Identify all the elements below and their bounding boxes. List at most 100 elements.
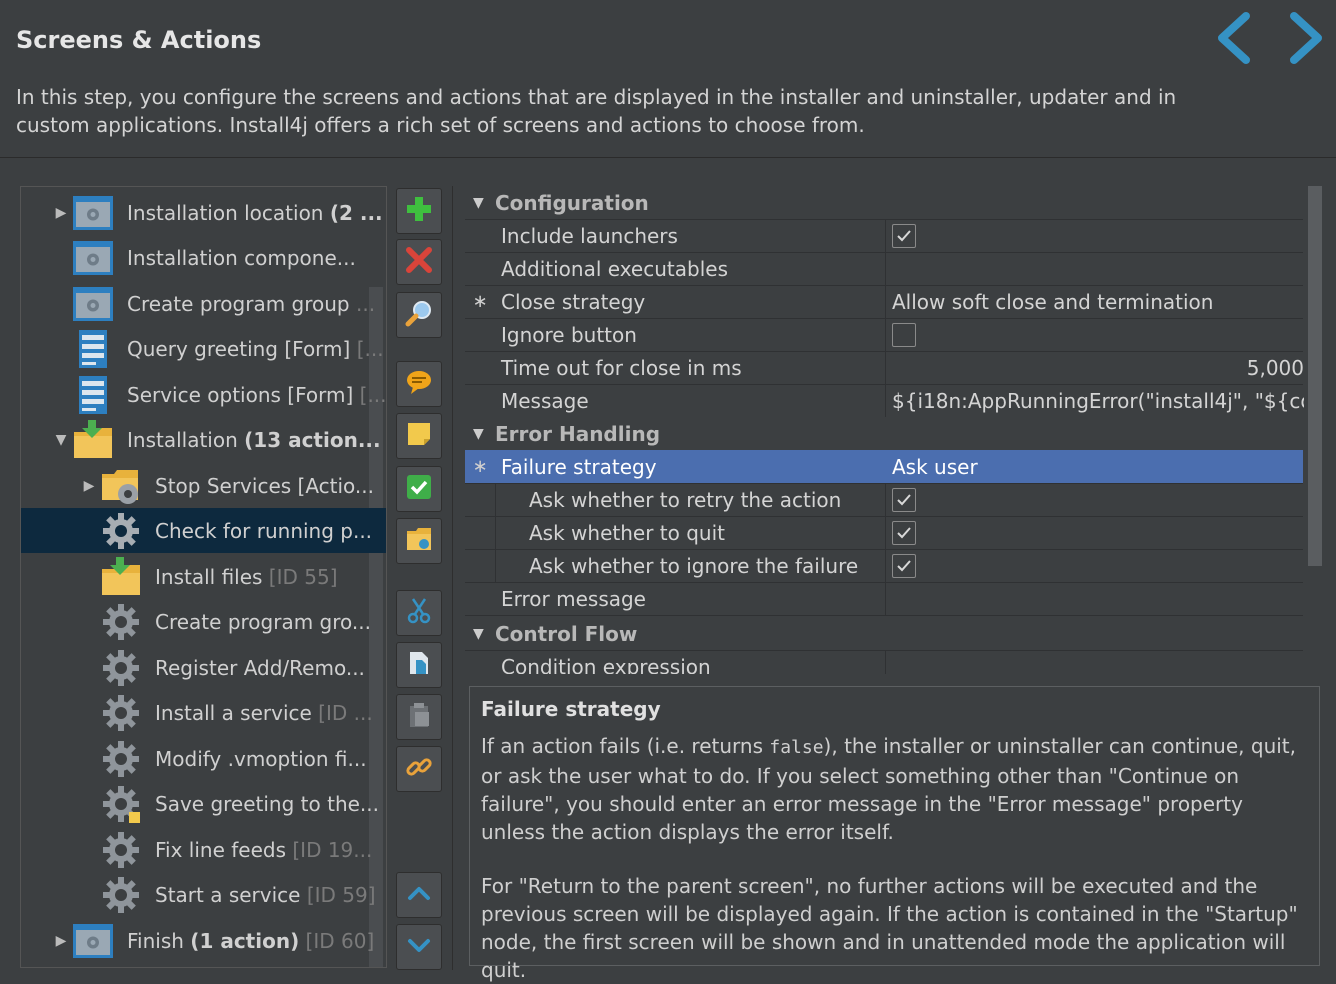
- screens-actions-tree[interactable]: ▶ Installation location (2 ... Installat…: [20, 186, 387, 968]
- prop-ask-ignore[interactable]: Ask whether to ignore the failure: [465, 549, 1303, 583]
- tree-item-count: (2 ...: [329, 200, 383, 225]
- required-marker: ∗: [472, 456, 488, 477]
- tree-item-label: Create program gro...: [155, 609, 371, 634]
- tree-item-label: Install a service: [155, 700, 312, 725]
- tree-item-register-add-remove[interactable]: Register Add/Remo...: [21, 645, 386, 690]
- ignore-button-checkbox[interactable]: [892, 322, 916, 347]
- tree-item-label: Modify .vmoption fi...: [155, 746, 367, 771]
- tree-item-count: (1 action): [190, 928, 300, 953]
- add-button[interactable]: [396, 188, 442, 234]
- gear-icon: [99, 602, 143, 642]
- tree-item-stop-services[interactable]: ▶ Stop Services [Actio...: [21, 463, 386, 508]
- section-configuration[interactable]: ▼ Configuration: [465, 186, 1303, 220]
- install-folder-icon: [71, 419, 115, 460]
- prop-close-strategy[interactable]: ∗ Close strategy Allow soft close and te…: [465, 285, 1303, 319]
- help-panel: Failure strategy If an action fails (i.e…: [469, 686, 1320, 982]
- prop-include-launchers[interactable]: Include launchers: [465, 219, 1303, 253]
- gear-note-icon: [99, 784, 143, 824]
- delete-button[interactable]: [396, 239, 442, 285]
- tree-item-fix-line-feeds[interactable]: Fix line feeds [ID 19...: [21, 827, 386, 872]
- tree-item-create-program-group[interactable]: Create program group ...: [21, 281, 386, 326]
- property-scrollbar[interactable]: [1308, 186, 1322, 566]
- prop-additional-executables[interactable]: Additional executables: [465, 252, 1303, 286]
- tree-item-service-options[interactable]: Service options [Form] [...: [21, 372, 386, 417]
- collapse-icon[interactable]: ▼: [473, 195, 484, 211]
- tree-item-start-a-service[interactable]: Start a service [ID 59]: [21, 872, 386, 917]
- paste-button[interactable]: [396, 694, 442, 740]
- note-button[interactable]: [396, 413, 442, 459]
- failure-strategy-value[interactable]: Ask user: [885, 450, 1304, 483]
- include-launchers-checkbox[interactable]: [892, 223, 916, 248]
- move-down-button[interactable]: [396, 924, 442, 970]
- screen-icon: [71, 284, 115, 324]
- prop-condition-expression[interactable]: Condition expression: [465, 650, 1303, 674]
- ask-quit-checkbox[interactable]: [892, 520, 916, 545]
- paste-icon: [405, 701, 433, 733]
- timeout-value[interactable]: 5,000: [885, 351, 1305, 384]
- tree-item-install-a-service[interactable]: Install a service [ID ...: [21, 690, 386, 735]
- message-value[interactable]: ${i18n:AppRunningError("install4j", "${c…: [885, 384, 1304, 417]
- tree-item-save-greeting[interactable]: Save greeting to the...: [21, 781, 386, 826]
- link-button[interactable]: [396, 746, 442, 792]
- folder-action-icon: [405, 525, 433, 557]
- expand-icon[interactable]: ▶: [51, 205, 71, 221]
- tree-item-label: Finish: [127, 928, 184, 953]
- section-control-flow[interactable]: ▼ Control Flow: [465, 617, 1303, 651]
- tree-item-create-program-group-action[interactable]: Create program gro...: [21, 599, 386, 644]
- gear-icon: [99, 648, 143, 688]
- section-error-handling[interactable]: ▼ Error Handling: [465, 417, 1303, 451]
- ask-retry-checkbox[interactable]: [892, 487, 916, 512]
- ask-ignore-checkbox[interactable]: [892, 553, 916, 578]
- tree-item-finish[interactable]: ▶ Finish (1 action) [ID 60]: [21, 918, 386, 963]
- collapse-icon[interactable]: ▼: [473, 426, 484, 442]
- tree-item-count: (13 action...: [244, 427, 381, 452]
- tree-item-label: Fix line feeds: [155, 837, 287, 862]
- expand-icon[interactable]: ▶: [51, 933, 71, 949]
- close-strategy-value[interactable]: Allow soft close and termination: [885, 285, 1304, 318]
- comment-button[interactable]: [396, 361, 442, 407]
- back-arrow-icon[interactable]: [1210, 10, 1266, 66]
- gear-icon: [99, 875, 143, 915]
- check-icon: [405, 473, 433, 505]
- tree-item-label: Query greeting [Form]: [127, 336, 351, 361]
- required-marker: ∗: [472, 291, 488, 312]
- prop-ask-retry[interactable]: Ask whether to retry the action: [465, 483, 1303, 517]
- screen-icon: [71, 921, 115, 961]
- prop-timeout[interactable]: Time out for close in ms 5,000: [465, 351, 1305, 385]
- collapse-icon[interactable]: ▼: [473, 626, 484, 642]
- gear-icon: [99, 511, 143, 551]
- cut-icon: [405, 597, 433, 629]
- tree-item-installation-components[interactable]: Installation compone...: [21, 235, 386, 280]
- action-group-icon: [99, 466, 143, 506]
- forward-arrow-icon[interactable]: [1274, 10, 1330, 66]
- delete-icon: [405, 246, 433, 278]
- prop-message[interactable]: Message ${i18n:AppRunningError("install4…: [465, 384, 1304, 418]
- copy-button[interactable]: [396, 642, 442, 688]
- page-title: Screens & Actions: [16, 26, 262, 54]
- action-folder-button[interactable]: [396, 518, 442, 564]
- tree-item-id: [ID 60]: [299, 928, 375, 953]
- tree-item-id: [ID 59]: [300, 882, 376, 907]
- prop-ignore-button[interactable]: Ignore button: [465, 318, 1303, 352]
- prop-error-message[interactable]: Error message: [465, 582, 1303, 616]
- tree-item-modify-vmoption[interactable]: Modify .vmoption fi...: [21, 736, 386, 781]
- prop-ask-quit[interactable]: Ask whether to quit: [465, 516, 1303, 550]
- tree-item-installation[interactable]: ▼ Installation (13 action...: [21, 417, 386, 462]
- move-up-button[interactable]: [396, 872, 442, 918]
- check-button[interactable]: [396, 466, 442, 512]
- gear-icon: [99, 830, 143, 870]
- tree-item-label: Save greeting to the...: [155, 791, 379, 816]
- tree-item-install-files[interactable]: Install files [ID 55]: [21, 554, 386, 599]
- expand-icon[interactable]: ▶: [79, 478, 99, 494]
- tree-item-check-for-running-processes[interactable]: Check for running p...: [21, 508, 386, 553]
- collapse-icon[interactable]: ▼: [51, 432, 71, 448]
- property-table[interactable]: ▼ Configuration Include launchers Additi…: [465, 186, 1305, 674]
- find-button[interactable]: [396, 292, 442, 338]
- comment-icon: [405, 368, 433, 400]
- prop-failure-strategy[interactable]: ∗ Failure strategy Ask user: [465, 450, 1303, 484]
- tree-item-installation-location[interactable]: ▶ Installation location (2 ...: [21, 190, 386, 235]
- cut-button[interactable]: [396, 590, 442, 636]
- tree-item-query-greeting[interactable]: Query greeting [Form] [...: [21, 326, 386, 371]
- tree-item-id: [ID ...: [311, 700, 373, 725]
- tree-item-label: Start a service: [155, 882, 301, 907]
